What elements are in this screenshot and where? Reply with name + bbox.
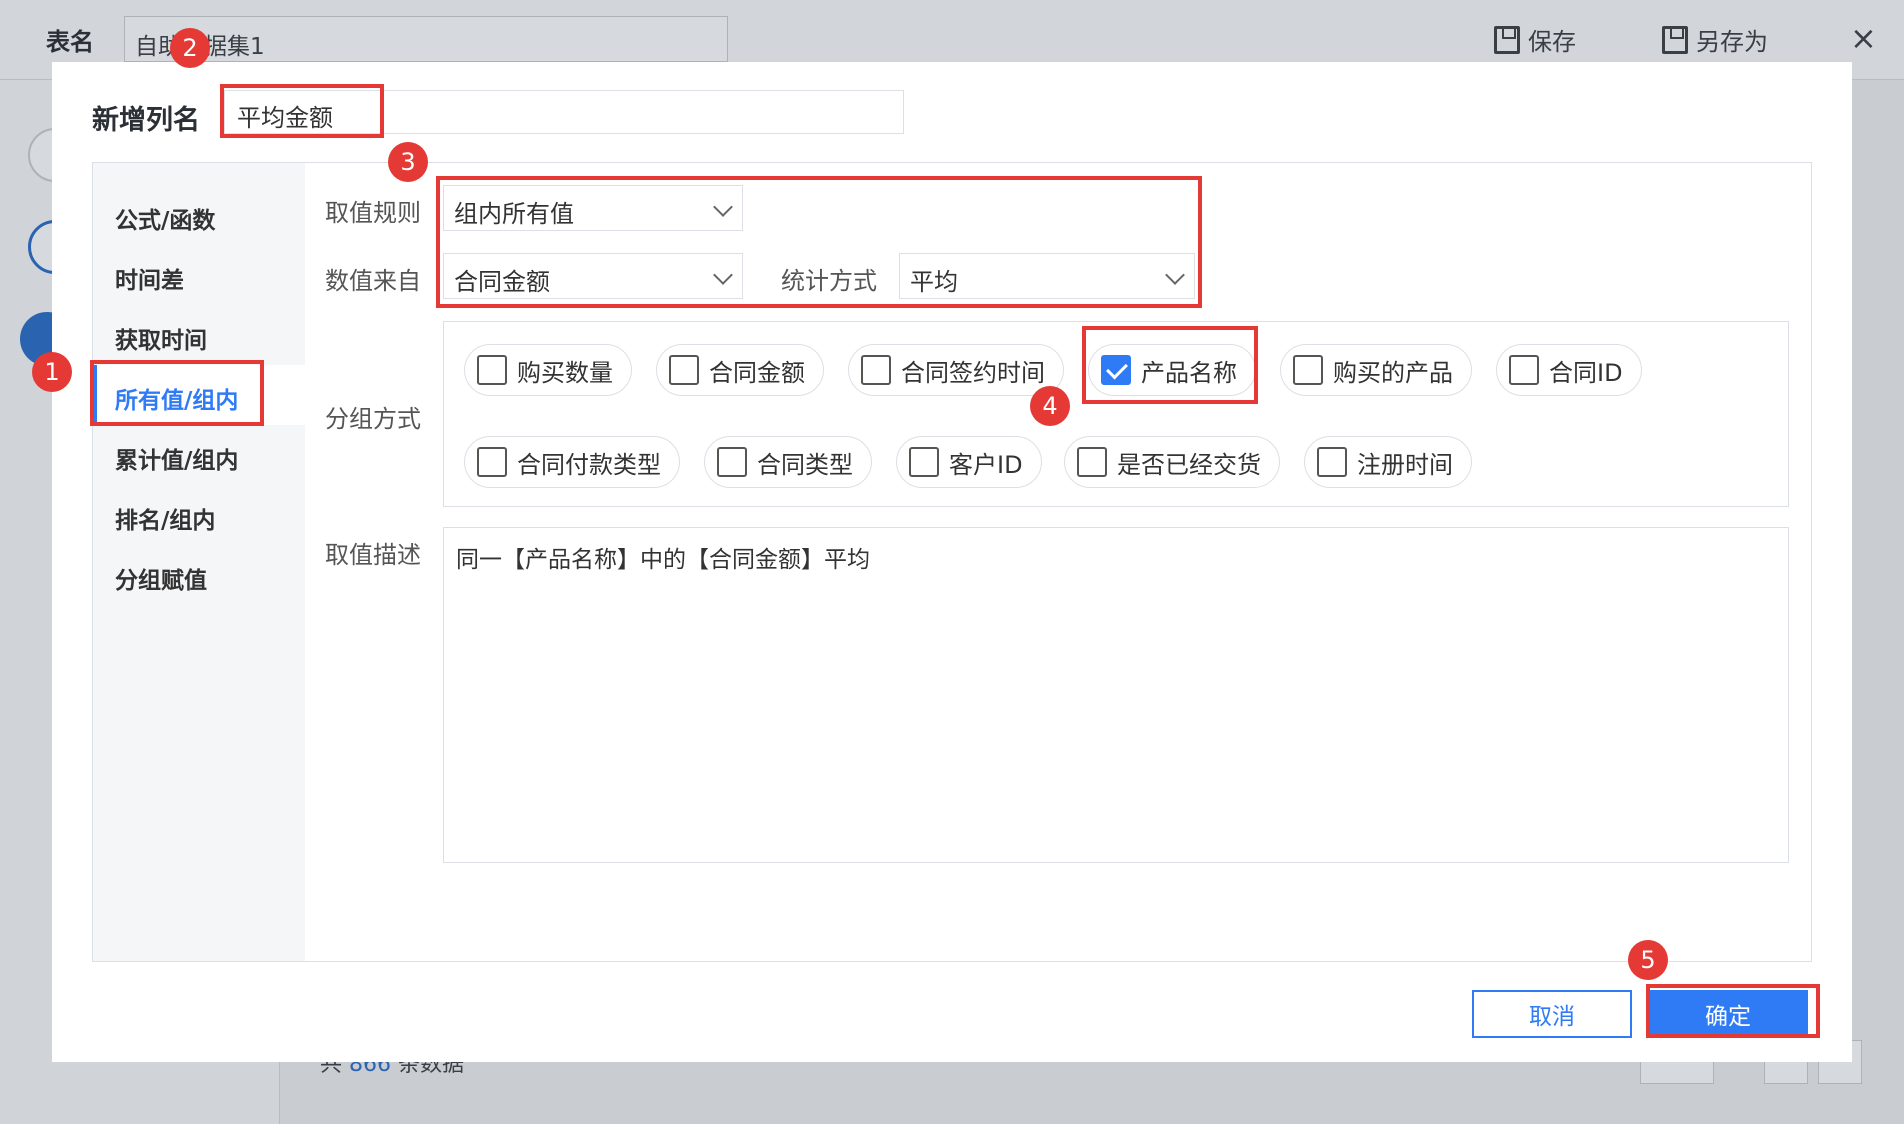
rule-select-value: 组内所有值 <box>454 200 574 228</box>
group-option-chip[interactable]: 产品名称 <box>1088 344 1256 396</box>
save-button[interactable]: 保存 <box>1494 22 1576 57</box>
checkbox[interactable] <box>1509 355 1539 385</box>
table-name-input[interactable]: 自助数据集1 <box>124 16 728 62</box>
group-option-chip[interactable]: 客户ID <box>896 436 1042 488</box>
checkbox[interactable] <box>669 355 699 385</box>
source-select[interactable]: 合同金额 <box>443 253 743 299</box>
checkbox[interactable] <box>1317 447 1347 477</box>
confirm-button[interactable]: 确定 <box>1648 990 1808 1038</box>
menu-item-group-assign[interactable]: 分组赋值 <box>93 545 305 605</box>
table-name-label: 表名 <box>46 28 94 56</box>
save-as-button[interactable]: 另存为 <box>1662 22 1768 57</box>
menu-item-formula[interactable]: 公式/函数 <box>93 185 305 245</box>
stat-select-value: 平均 <box>910 268 958 296</box>
source-select-value: 合同金额 <box>454 268 550 296</box>
add-column-dialog: 新增列名 平均金额 公式/函数 时间差 获取时间 所有值/组内 累计值/组内 排… <box>52 62 1852 1062</box>
group-option-chip[interactable]: 购买数量 <box>464 344 632 396</box>
menu-item-time-diff[interactable]: 时间差 <box>93 245 305 305</box>
menu-item-rank[interactable]: 排名/组内 <box>93 485 305 545</box>
save-as-icon <box>1662 25 1688 54</box>
desc-label: 取值描述 <box>325 541 421 569</box>
annotation-badge: 5 <box>1628 940 1668 980</box>
new-column-label: 新增列名 <box>92 105 200 136</box>
config-panel: 公式/函数 时间差 获取时间 所有值/组内 累计值/组内 排名/组内 分组赋值 … <box>92 162 1812 962</box>
group-label: 分组方式 <box>325 405 421 433</box>
rule-label: 取值规则 <box>325 199 421 227</box>
close-icon[interactable]: × <box>1850 22 1877 54</box>
menu-item-get-time[interactable]: 获取时间 <box>93 305 305 365</box>
annotation-badge: 4 <box>1030 386 1070 426</box>
save-label: 保存 <box>1528 28 1576 56</box>
group-option-chip[interactable]: 合同签约时间 <box>848 344 1064 396</box>
chevron-down-icon <box>713 197 733 217</box>
checkbox[interactable] <box>861 355 891 385</box>
checkbox[interactable] <box>477 447 507 477</box>
group-options: 购买数量 合同金额 合同签约时间 产品名称 购买的产品 合同ID 合同付款类型 … <box>443 321 1789 507</box>
group-option-chip[interactable]: 合同类型 <box>704 436 872 488</box>
group-option-chip[interactable]: 合同金额 <box>656 344 824 396</box>
group-option-chip[interactable]: 合同付款类型 <box>464 436 680 488</box>
desc-textarea[interactable]: 同一【产品名称】中的【合同金额】平均 <box>443 527 1789 863</box>
checkbox-checked[interactable] <box>1101 355 1131 385</box>
group-option-chip[interactable]: 注册时间 <box>1304 436 1472 488</box>
annotation-badge: 1 <box>32 352 72 392</box>
checkbox[interactable] <box>717 447 747 477</box>
save-icon <box>1494 25 1520 54</box>
group-option-chip[interactable]: 合同ID <box>1496 344 1642 396</box>
menu-item-all-values[interactable]: 所有值/组内 <box>93 365 305 425</box>
function-menu: 公式/函数 时间差 获取时间 所有值/组内 累计值/组内 排名/组内 分组赋值 <box>93 163 305 961</box>
save-as-label: 另存为 <box>1696 28 1768 56</box>
checkbox[interactable] <box>1293 355 1323 385</box>
cancel-button[interactable]: 取消 <box>1472 990 1632 1038</box>
stat-select[interactable]: 平均 <box>899 253 1195 299</box>
chevron-down-icon <box>1165 265 1185 285</box>
source-label: 数值来自 <box>325 267 421 295</box>
checkbox[interactable] <box>477 355 507 385</box>
new-column-input[interactable]: 平均金额 <box>224 90 904 134</box>
group-option-chip[interactable]: 购买的产品 <box>1280 344 1472 396</box>
stat-label: 统计方式 <box>781 267 877 295</box>
annotation-badge: 2 <box>170 28 210 68</box>
checkbox[interactable] <box>1077 447 1107 477</box>
menu-item-cumulative[interactable]: 累计值/组内 <box>93 425 305 485</box>
annotation-badge: 3 <box>388 142 428 182</box>
group-option-chip[interactable]: 是否已经交货 <box>1064 436 1280 488</box>
chevron-down-icon <box>713 265 733 285</box>
checkbox[interactable] <box>909 447 939 477</box>
rule-select[interactable]: 组内所有值 <box>443 185 743 231</box>
